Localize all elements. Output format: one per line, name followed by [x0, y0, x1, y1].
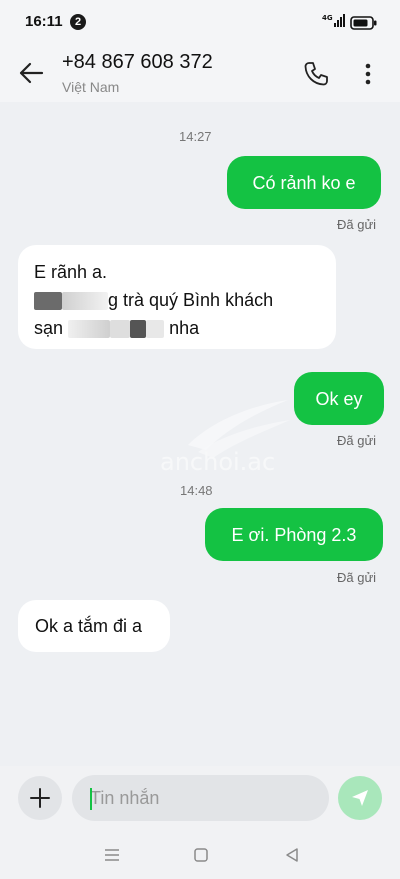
home-square-icon[interactable] [192, 846, 210, 864]
cellular-signal-icon: 4G [322, 14, 345, 27]
redacted-text [62, 292, 108, 311]
status-time: 16:11 [25, 13, 63, 30]
watermark-text: anchoi.ac [160, 448, 275, 476]
send-icon [352, 790, 368, 806]
message-status: Đã gửi [337, 217, 377, 232]
text-cursor [90, 788, 92, 810]
message-status: Đã gửi [337, 433, 377, 448]
contact-number: +84 867 608 372 [62, 51, 213, 73]
notification-badge: 2 [70, 14, 86, 30]
message-line: E rãnh a. [34, 262, 108, 282]
incoming-message[interactable]: Ok a tắm đi a [18, 600, 170, 652]
system-navigation-bar [0, 830, 400, 879]
message-line-text: sạn [34, 318, 64, 338]
menu-lines-icon[interactable] [103, 846, 121, 864]
timestamp: 14:48 [180, 483, 213, 498]
back-arrow-icon[interactable] [16, 58, 46, 88]
triangle-back-icon[interactable] [283, 846, 301, 864]
send-button[interactable] [338, 776, 382, 820]
message-text: Ok a tắm đi a [35, 616, 143, 636]
redacted-text [110, 320, 131, 339]
outgoing-message[interactable]: E ơi. Phòng 2.3 [205, 508, 383, 561]
outgoing-message[interactable]: Ok ey [294, 372, 384, 425]
message-text: E ơi. Phòng 2.3 [231, 524, 357, 545]
message-line: sạn nha [34, 314, 320, 342]
redacted-text [130, 320, 147, 339]
message-status: Đã gửi [337, 570, 377, 585]
outgoing-message[interactable]: Có rảnh ko e [227, 156, 381, 209]
redacted-text [68, 320, 111, 339]
message-line: g trà quý Bình khách [34, 286, 320, 314]
message-input[interactable] [72, 775, 329, 821]
watermark-logo: anchoi.ac [160, 400, 290, 476]
phone-icon[interactable] [302, 60, 330, 88]
status-bar: 16:11 2 4G [0, 0, 400, 46]
battery-icon [350, 16, 377, 30]
incoming-message[interactable]: E rãnh a. g trà quý Bình khách sạn nha [18, 245, 336, 349]
redacted-text [34, 292, 62, 311]
contact-country: Việt Nam [62, 79, 120, 95]
timestamp: 14:27 [179, 129, 212, 144]
more-vertical-icon[interactable] [356, 60, 380, 88]
add-attachment-button[interactable] [18, 776, 62, 820]
redacted-text [146, 320, 165, 339]
message-text: Ok ey [315, 388, 363, 409]
plus-icon [30, 788, 50, 808]
composer-bar [0, 766, 400, 830]
message-line-text: nha [169, 318, 200, 338]
conversation-header: +84 867 608 372 Việt Nam [0, 46, 400, 102]
message-text: Có rảnh ko e [252, 172, 356, 193]
message-line-text: g trà quý Bình khách [108, 290, 274, 310]
network-type-label: 4G [322, 14, 333, 22]
